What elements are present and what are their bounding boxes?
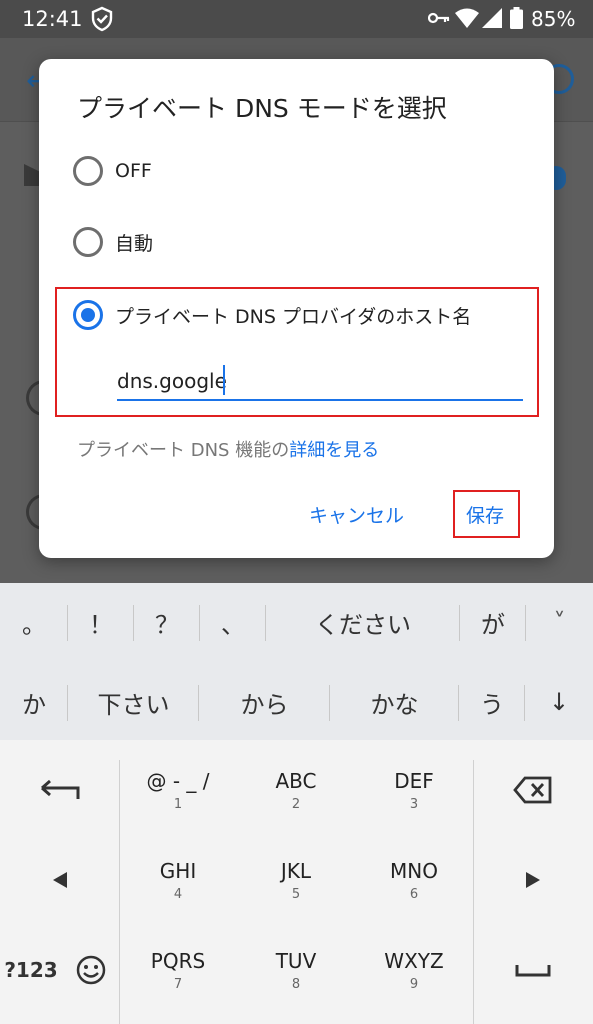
- suggestion-item[interactable]: ？: [134, 583, 200, 661]
- key-5[interactable]: JKL 5: [237, 840, 355, 920]
- hostname-input[interactable]: [117, 363, 523, 401]
- save-button[interactable]: 保存: [466, 501, 504, 528]
- battery-percent: 85%: [531, 7, 576, 31]
- suggestion-item[interactable]: ！: [68, 583, 134, 661]
- suggestion-item[interactable]: かな: [330, 663, 459, 741]
- undo-arrow-icon[interactable]: [0, 750, 119, 830]
- key-2[interactable]: ABC 2: [237, 750, 355, 830]
- suggestion-item[interactable]: ください: [266, 583, 460, 661]
- key-3[interactable]: DEF 3: [355, 750, 473, 830]
- key-4[interactable]: GHI 4: [119, 840, 237, 920]
- info-text: プライベート DNS 機能の詳細を見る: [77, 436, 379, 462]
- radio-button-icon[interactable]: [73, 156, 103, 186]
- radio-button-selected-icon[interactable]: [73, 300, 103, 330]
- suggestion-item[interactable]: 。: [0, 583, 68, 661]
- keypad: ?123 @ - _ /1 ABC 2 DEF 3 GHI 4 JKL 5 MNO 6 P…: [0, 740, 593, 1024]
- key-7[interactable]: PQRS 7: [119, 930, 237, 1010]
- radio-button-icon[interactable]: [73, 227, 103, 257]
- text-caret: [223, 365, 225, 395]
- status-bar: 12:41 85%: [0, 0, 593, 38]
- suggestion-item[interactable]: う: [459, 663, 525, 741]
- backspace-icon[interactable]: [473, 750, 593, 830]
- suggestion-item[interactable]: か: [0, 663, 68, 741]
- suggestion-row-2: か 下さい から かな う ↓: [0, 663, 593, 741]
- key-1[interactable]: @ - _ /1: [119, 750, 237, 830]
- key-6[interactable]: MNO 6: [355, 840, 473, 920]
- mode-switch-key[interactable]: ?123: [0, 930, 62, 1010]
- keyboard: 。 ！ ？ 、 ください が ˅ か 下さい から かな う ↓ ?123 @ …: [0, 583, 593, 1024]
- key-9[interactable]: WXYZ 9: [355, 930, 473, 1010]
- suggestion-row-1: 。 ！ ？ 、 ください が ˅: [0, 583, 593, 661]
- radio-option-hostname[interactable]: プライベート DNS プロバイダのホスト名: [73, 300, 471, 330]
- signal-icon: [482, 8, 502, 32]
- key-8[interactable]: TUV 8: [237, 930, 355, 1010]
- info-prefix: プライベート DNS 機能の: [77, 440, 290, 461]
- clock: 12:41: [22, 7, 83, 31]
- radio-label-auto: 自動: [115, 232, 154, 255]
- suggestion-item[interactable]: 下さい: [68, 663, 199, 741]
- private-dns-dialog: プライベート DNS モードを選択 OFF 自動 プライベート DNS プロバイ…: [39, 59, 554, 558]
- emoji-icon[interactable]: [62, 930, 119, 1010]
- radio-label-off: OFF: [115, 160, 152, 182]
- expand-suggestions-icon[interactable]: ˅: [526, 583, 593, 661]
- shield-icon: [90, 6, 114, 36]
- radio-option-auto[interactable]: 自動: [73, 227, 153, 257]
- suggestion-item[interactable]: から: [199, 663, 330, 741]
- radio-option-off[interactable]: OFF: [73, 156, 152, 186]
- cancel-button[interactable]: キャンセル: [309, 501, 404, 528]
- cursor-right-icon[interactable]: [473, 840, 593, 920]
- dialog-title: プライベート DNS モードを選択: [77, 94, 447, 123]
- cursor-left-icon[interactable]: [0, 840, 119, 920]
- scroll-down-arrow-icon[interactable]: ↓: [525, 663, 593, 741]
- radio-label-hostname: プライベート DNS プロバイダのホスト名: [115, 305, 472, 328]
- battery-icon: [510, 7, 523, 33]
- suggestion-item[interactable]: が: [460, 583, 526, 661]
- learn-more-link[interactable]: 詳細を見る: [289, 440, 379, 461]
- suggestion-item[interactable]: 、: [200, 583, 266, 661]
- vpn-key-icon: [428, 12, 450, 24]
- space-icon[interactable]: [473, 930, 593, 1010]
- wifi-icon: [455, 8, 479, 32]
